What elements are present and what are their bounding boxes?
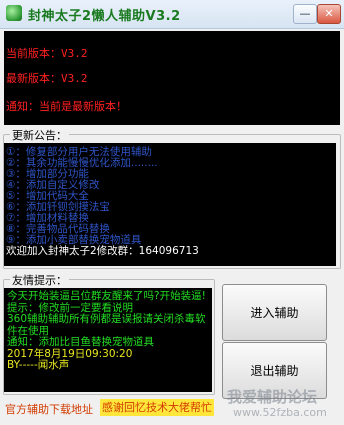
close-button[interactable]: ✕	[317, 4, 341, 24]
watermark-url: www.52fzba.com	[233, 406, 327, 419]
title-bar: 封神太子2懒人辅助V3.2 — ✕	[0, 0, 344, 29]
latest-version-text: 最新版本：V3.2	[6, 72, 88, 85]
app-icon	[6, 5, 22, 21]
version-notice-text: 通知：当前是最新版本！	[6, 100, 127, 113]
download-link[interactable]: 官方辅助下载地址	[5, 401, 93, 417]
announcement-panel[interactable]: ①：修复部分用户无法使用辅助 ②：其余功能慢慢优化添加........ ③：增加…	[4, 143, 336, 266]
announcement-list: ①：修复部分用户无法使用辅助 ②：其余功能慢慢优化添加........ ③：增加…	[4, 147, 336, 257]
current-version-text: 当前版本：V3.2	[6, 47, 88, 60]
enter-assist-button[interactable]: 进入辅助	[222, 284, 327, 341]
thanks-banner: 感谢回忆技术大佬帮忙	[100, 399, 214, 416]
window-title: 封神太子2懒人辅助V3.2	[28, 9, 181, 24]
minimize-button[interactable]: —	[293, 4, 317, 24]
watermark-text: 我爱辅助论坛	[227, 388, 318, 406]
announcement-legend: 更新公告：	[10, 127, 69, 143]
tips-panel[interactable]: 今天开始装逼吕位群友醒来了吗?开始装逼! 提示：修改前一定要看说明 360辅助辅…	[4, 288, 212, 392]
qq-group-line: 欢迎加入封神太子2修改群：164096713	[6, 245, 199, 257]
tips-author: BY-----闻水声	[7, 359, 70, 371]
version-panel: 当前版本：V3.2 最新版本：V3.2 通知：当前是最新版本！	[4, 31, 340, 125]
tips-line: 今天开始装逼吕位群友醒来了吗?开始装逼!	[7, 290, 206, 302]
tips-legend: 友情提示：	[10, 272, 69, 288]
tips-line: 360辅助辅助所有例都是误报请关闭杀毒软件在使用	[7, 313, 206, 337]
tips-line: 通知：添加比目鱼替换宠物道具	[7, 336, 154, 348]
footer: 官方辅助下载地址 感谢回忆技术大佬帮忙 我爱辅助论坛 www.52fzba.co…	[0, 388, 344, 425]
